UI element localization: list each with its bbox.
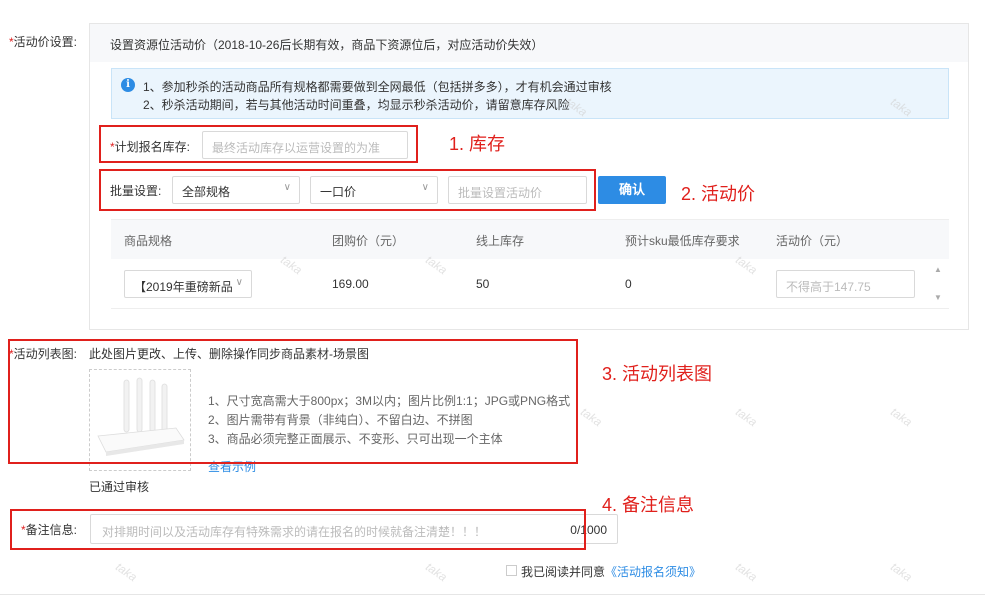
column-header-group-price: 团购价（元）	[332, 234, 405, 248]
annotation-remark: 4. 备注信息	[602, 495, 695, 515]
sku-spec-value: 【2019年重磅新品	[134, 280, 232, 294]
bottom-divider	[0, 594, 985, 595]
price-panel-description: 设置资源位活动价（2018-10-26后长期有效，商品下资源位后，对应活动价失效…	[110, 38, 544, 52]
annotation-list-image: 3. 活动列表图	[602, 364, 713, 384]
watermark: taka	[113, 559, 140, 585]
highlight-box-remark	[10, 509, 586, 550]
annotation-stock: 1. 库存	[449, 134, 506, 154]
watermark: taka	[888, 559, 915, 585]
info-line-1: 1、参加秒杀的活动商品所有规格都需要做到全网最低（包括拼多多），才有机会通过审核	[143, 80, 612, 94]
highlight-box-list-image	[8, 339, 578, 464]
watermark: taka	[733, 404, 760, 430]
scroll-down-arrow-icon[interactable]: ▼	[934, 293, 942, 302]
highlight-box-stock	[99, 125, 418, 163]
column-header-online-stock: 线上库存	[476, 234, 525, 248]
price-section-label: *活动价设置:	[9, 35, 78, 49]
sku-spec-select[interactable]: 【2019年重磅新品 ∨	[124, 270, 252, 298]
chevron-down-icon: ∨	[235, 277, 243, 288]
online-stock-cell: 50	[476, 277, 490, 291]
watermark: taka	[423, 559, 450, 585]
column-header-min-stock: 预计sku最低库存要求	[625, 234, 740, 248]
watermark: taka	[578, 404, 605, 430]
watermark: taka	[733, 559, 760, 585]
column-header-spec: 商品规格	[124, 234, 173, 248]
watermark: taka	[888, 404, 915, 430]
agreement-checkbox[interactable]	[506, 565, 517, 576]
group-price-cell: 169.00	[332, 277, 369, 291]
review-status: 已通过审核	[89, 480, 150, 494]
info-line-2: 2、秒杀活动期间，若与其他活动时间重叠，均显示秒杀活动价，请留意库存风险	[143, 98, 570, 112]
annotation-price: 2. 活动价	[681, 184, 756, 204]
info-icon: i	[121, 78, 135, 92]
highlight-box-price	[99, 169, 596, 211]
activity-price-placeholder: 不得高于147.75	[786, 280, 871, 294]
confirm-button[interactable]: 确认	[598, 176, 666, 204]
scroll-up-arrow-icon[interactable]: ▲	[934, 265, 942, 274]
agreement-link[interactable]: 《活动报名须知》	[605, 565, 701, 579]
activity-price-input[interactable]: 不得高于147.75	[776, 270, 915, 298]
column-header-activity-price: 活动价（元）	[776, 234, 849, 248]
agreement-text: 我已阅读并同意《活动报名须知》	[521, 565, 702, 579]
min-stock-cell: 0	[625, 277, 632, 291]
